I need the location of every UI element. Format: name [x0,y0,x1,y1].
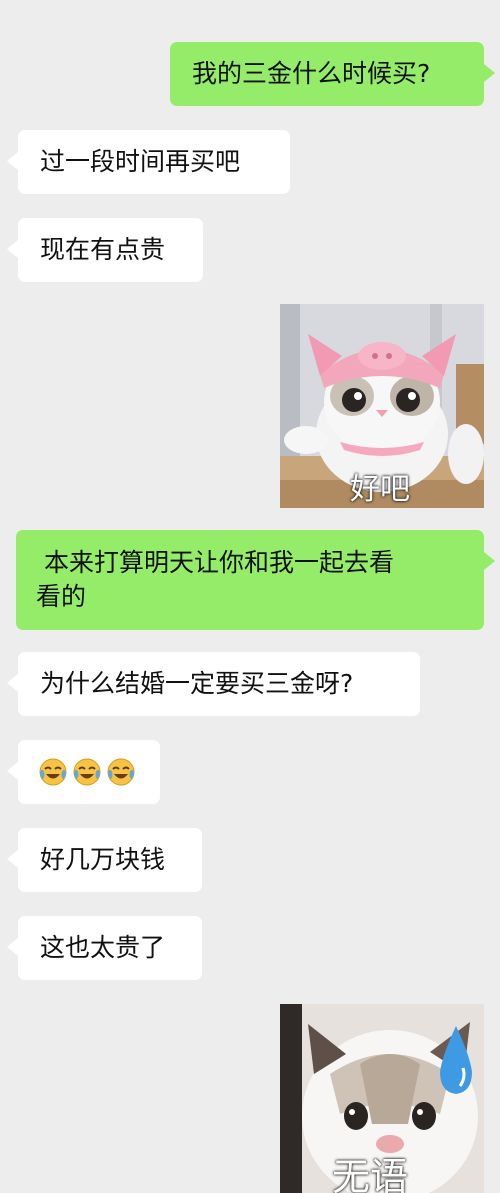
message-bubble-incoming[interactable]: 过一段时间再买吧 [7,130,290,194]
message-bubble-incoming[interactable]: 好几万块钱 [7,828,202,892]
message-text: 好几万块钱 [40,845,166,874]
message-bubble-outgoing[interactable]: 本来打算明天让你和我一起去看 看的 [16,530,495,630]
crying-laughing-emoji-icon [39,758,67,786]
sticker-caption: 好吧 [350,472,410,507]
message-text: 我的三金什么时候买? [192,59,431,88]
message-bubble-incoming[interactable]: 为什么结婚一定要买三金呀? [7,652,420,716]
message-bubble-incoming[interactable]: 这也太贵了 [7,916,202,980]
sticker-speechless-cat[interactable]: 无语 [280,1004,484,1193]
message-text-line-2: 看的 [36,582,87,611]
message-bubble-outgoing[interactable]: 我的三金什么时候买? [170,42,495,106]
crying-laughing-emoji-icon [73,758,101,786]
message-bubble-incoming[interactable]: 现在有点贵 [7,218,203,282]
crying-laughing-emoji-icon [107,758,135,786]
message-text: 为什么结婚一定要买三金呀? [40,669,354,698]
message-text: 现在有点贵 [40,235,166,264]
message-text: 过一段时间再买吧 [40,147,241,176]
sticker-pink-hat-cat[interactable]: 好吧 [280,304,484,508]
message-text: 这也太贵了 [40,933,166,962]
sticker-caption: 无语 [332,1155,409,1193]
message-bubble-incoming[interactable] [7,740,160,804]
message-text-line-1: 本来打算明天让你和我一起去看 [36,548,394,577]
